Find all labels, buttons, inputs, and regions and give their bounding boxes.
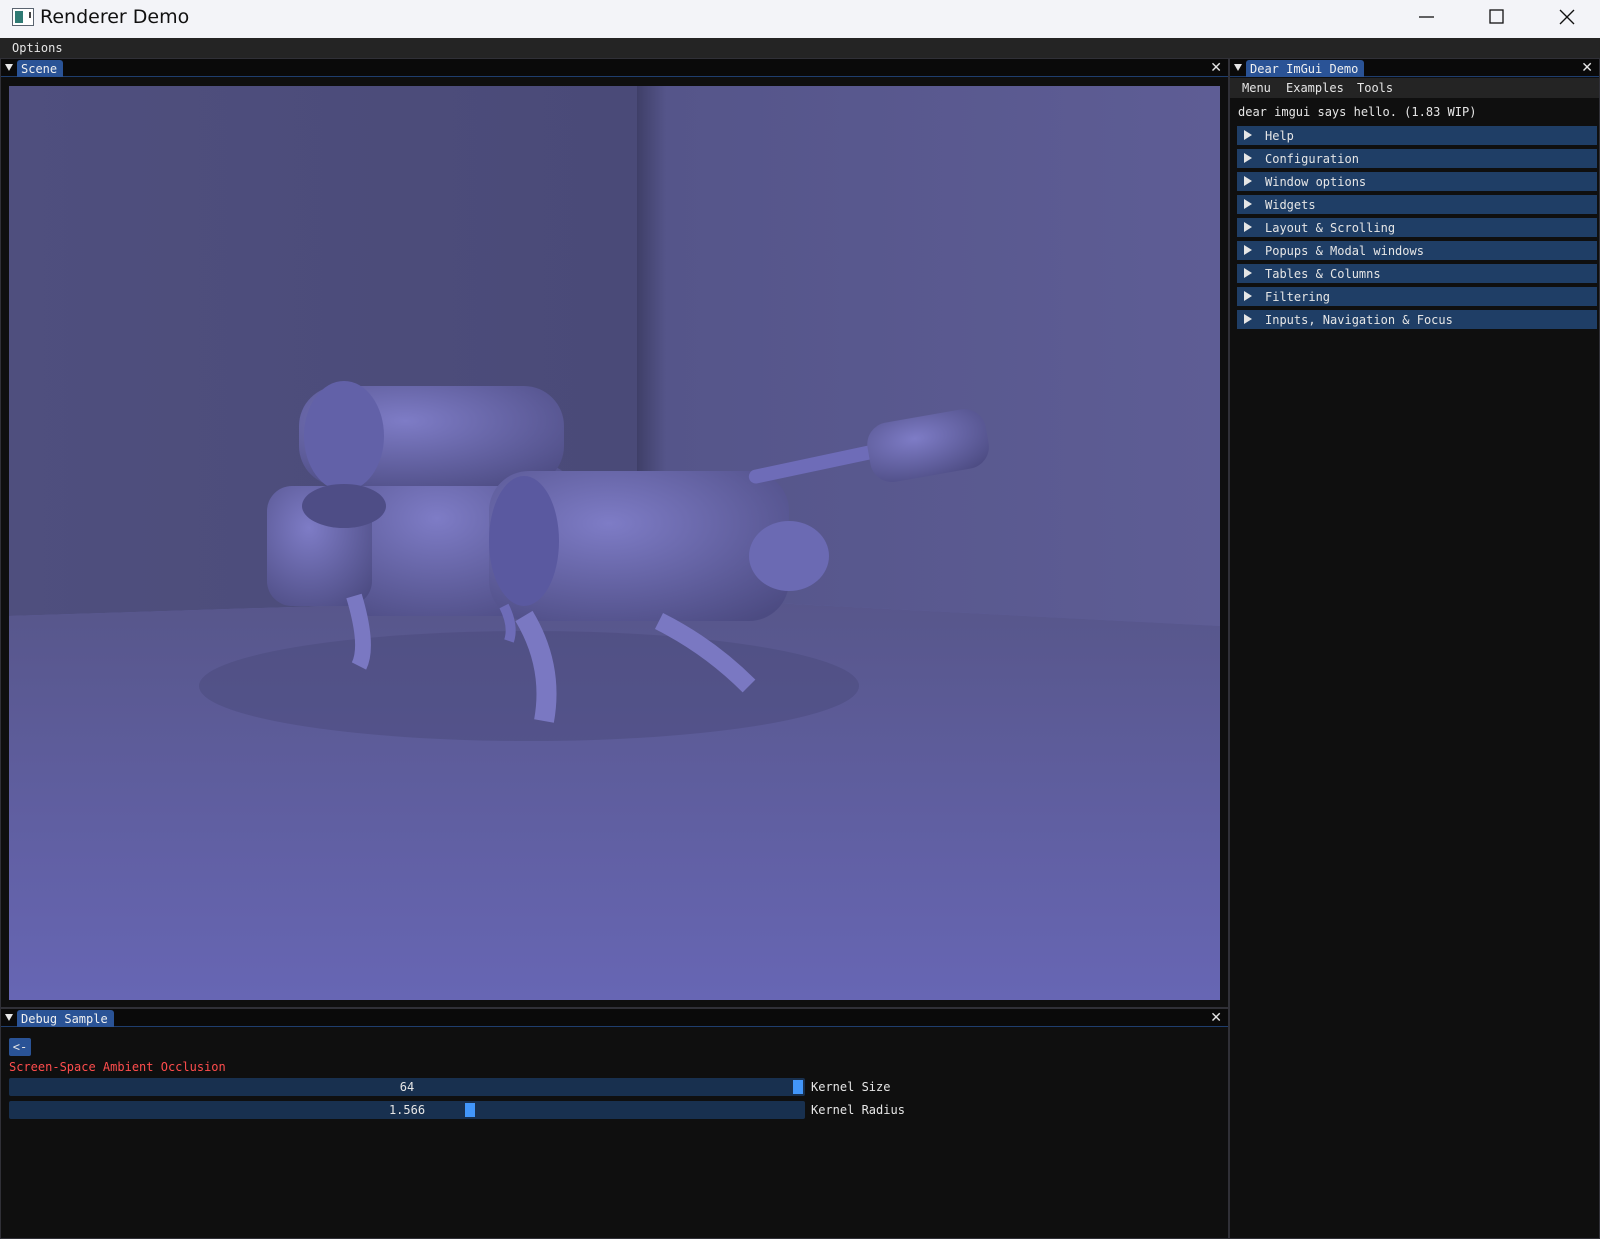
collapse-arrow-icon[interactable] [5, 1014, 13, 1021]
tree-arrow-icon [1244, 222, 1252, 232]
tree-arrow-icon [1244, 199, 1252, 209]
scene-viewport[interactable] [9, 86, 1220, 1000]
demo-close-button[interactable]: ✕ [1581, 60, 1593, 76]
debug-titlebar: Debug Sample ✕ [1, 1009, 1228, 1027]
demo-menubar: Menu Examples Tools [1230, 78, 1599, 98]
demo-titlebar: Dear ImGui Demo ✕ [1230, 59, 1599, 77]
maximize-icon [1489, 9, 1504, 24]
header-tables-columns[interactable]: Tables & Columns [1237, 264, 1597, 283]
tab-scene[interactable]: Scene [17, 60, 64, 77]
kernel-radius-value: 1.566 [388, 1103, 426, 1117]
kernel-size-label: Kernel Size [811, 1080, 891, 1094]
tree-arrow-icon [1244, 130, 1252, 140]
kernel-size-value: 64 [399, 1080, 415, 1094]
header-configuration[interactable]: Configuration [1237, 149, 1597, 168]
header-window-options[interactable]: Window options [1237, 172, 1597, 191]
rendered-scene-image [9, 86, 1220, 1000]
debug-window: Debug Sample ✕ <- Screen-Space Ambient O… [0, 1008, 1229, 1239]
tree-arrow-icon [1244, 245, 1252, 255]
tree-arrow-icon [1244, 314, 1252, 324]
back-button[interactable]: <- [9, 1038, 31, 1056]
collapse-arrow-icon[interactable] [1234, 64, 1242, 71]
maximize-button[interactable] [1462, 0, 1532, 34]
demo-menu-menu[interactable]: Menu [1242, 81, 1271, 95]
hello-text: dear imgui says hello. (1.83 WIP) [1238, 105, 1477, 119]
close-button[interactable] [1532, 0, 1600, 34]
minimize-icon [1419, 16, 1434, 18]
ssao-section-label: Screen-Space Ambient Occlusion [9, 1060, 226, 1074]
header-help[interactable]: Help [1237, 126, 1597, 145]
demo-menu-examples[interactable]: Examples [1286, 81, 1344, 95]
scene-titlebar: Scene ✕ [1, 59, 1228, 77]
tree-arrow-icon [1244, 176, 1252, 186]
header-inputs-navigation[interactable]: Inputs, Navigation & Focus [1237, 310, 1597, 329]
debug-close-button[interactable]: ✕ [1210, 1010, 1222, 1026]
minimize-button[interactable] [1392, 0, 1462, 34]
slider-grab[interactable] [464, 1103, 475, 1117]
kernel-size-slider[interactable]: 64 [9, 1078, 805, 1096]
demo-menu-tools[interactable]: Tools [1357, 81, 1393, 95]
imgui-demo-window: Dear ImGui Demo ✕ Menu Examples Tools de… [1229, 58, 1600, 1239]
close-icon [1559, 9, 1575, 25]
main-menubar: Options [0, 38, 1600, 58]
tree-arrow-icon [1244, 291, 1252, 301]
header-filtering[interactable]: Filtering [1237, 287, 1597, 306]
kernel-radius-label: Kernel Radius [811, 1103, 905, 1117]
window-title: Renderer Demo [40, 6, 190, 28]
scene-close-button[interactable]: ✕ [1210, 60, 1222, 76]
slider-grab[interactable] [793, 1080, 803, 1094]
menu-options[interactable]: Options [12, 41, 63, 55]
header-layout-scrolling[interactable]: Layout & Scrolling [1237, 218, 1597, 237]
kernel-radius-slider[interactable]: 1.566 [9, 1101, 805, 1119]
tab-dear-imgui-demo[interactable]: Dear ImGui Demo [1246, 60, 1365, 77]
tab-debug-sample[interactable]: Debug Sample [17, 1010, 114, 1027]
header-widgets[interactable]: Widgets [1237, 195, 1597, 214]
tree-arrow-icon [1244, 268, 1252, 278]
tree-arrow-icon [1244, 153, 1252, 163]
app-icon [12, 8, 34, 26]
collapse-arrow-icon[interactable] [5, 64, 13, 71]
window-titlebar: Renderer Demo [0, 0, 1600, 38]
scene-window: Scene ✕ [0, 58, 1229, 1008]
header-popups-modal[interactable]: Popups & Modal windows [1237, 241, 1597, 260]
